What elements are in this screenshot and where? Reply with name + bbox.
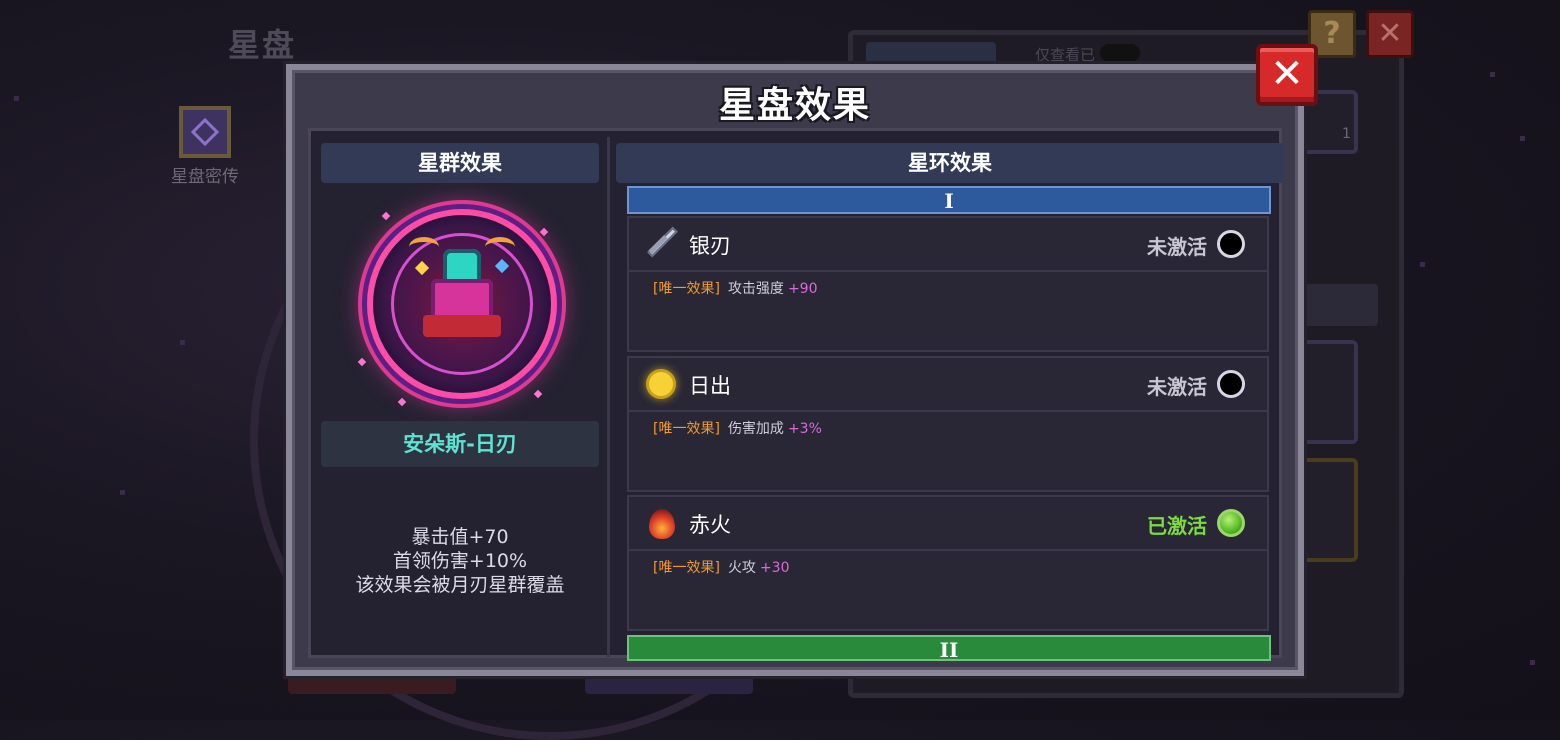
bg-panel-bar (1300, 284, 1378, 326)
sun-icon (643, 366, 679, 402)
bg-star (120, 490, 125, 495)
constellation-name: 安朵斯-日刃 (321, 421, 599, 467)
ring-effect: [唯一效果] 攻击强度 +90 (653, 278, 817, 298)
bg-star (180, 340, 185, 345)
status-orb-active (1217, 509, 1245, 537)
ring-card-top: 日出 未激活 (629, 358, 1267, 412)
bg-filter-toggle[interactable] (1100, 44, 1140, 62)
fire-icon (643, 505, 679, 541)
sun-glyph (649, 372, 673, 396)
sword-icon (643, 226, 679, 262)
constellation-effect-header: 星群效果 (321, 143, 599, 183)
desc-line: 首领伤害+10% (392, 550, 528, 572)
astrolabe-secret-icon (179, 106, 231, 158)
effect-tag: [唯一效果] (653, 281, 720, 297)
ring-status: 未激活 (1147, 235, 1207, 259)
ring-card-top: 银刃 未激活 (629, 218, 1267, 272)
bg-star (1490, 72, 1495, 77)
sparkle-icon (357, 357, 367, 367)
effect-stat: 伤害加成 (727, 421, 784, 437)
sparkle-icon (539, 227, 549, 237)
ring-name: 赤火 (689, 513, 731, 537)
andras-figure (423, 249, 501, 339)
status-orb-inactive (1217, 370, 1245, 398)
effect-stat: 火攻 (727, 560, 756, 576)
bg-page-title: 星盘 (228, 26, 297, 64)
bg-star (1420, 262, 1425, 267)
sparkle-icon (381, 211, 391, 221)
ring-card: 日出 未激活 [唯一效果] 伤害加成 +3% (627, 356, 1269, 492)
ring-status: 未激活 (1147, 375, 1207, 399)
sword-glyph (643, 226, 679, 262)
bg-filter-label: 仅查看已 (1035, 46, 1096, 64)
figure-base (423, 315, 501, 337)
ring-status: 已激活 (1147, 514, 1207, 538)
bg-close-button[interactable]: ✕ (1366, 10, 1414, 58)
fire-glyph (649, 509, 675, 539)
bg-star (1530, 660, 1535, 665)
desc-line: 暴击值+70 (411, 526, 509, 548)
status-orb-inactive (1217, 230, 1245, 258)
ring-effect: [唯一效果] 火攻 +30 (653, 557, 789, 577)
ring-name: 银刃 (689, 234, 731, 258)
constellation-description: 暴击值+70 首领伤害+10% 该效果会被月刃星群覆盖 (321, 525, 599, 597)
constellation-emblem (367, 209, 557, 399)
sparkle-icon (397, 397, 407, 407)
bg-item-slot[interactable] (1300, 458, 1358, 562)
modal-body: 星群效果 安朵斯-日刃 暴击值+70 首领伤害+10% 该效果会被月刃星群覆盖 … (308, 128, 1284, 662)
tier-header-1: I (627, 186, 1271, 214)
bg-star (1520, 136, 1525, 141)
bg-slot-count: 1 (1342, 126, 1351, 142)
column-divider (607, 137, 610, 657)
bg-item-slot[interactable] (1300, 340, 1358, 444)
effect-value: +90 (787, 281, 818, 297)
modal-close-button[interactable]: ✕ (1256, 44, 1318, 106)
effect-value: +3% (787, 421, 822, 437)
modal-title: 星盘效果 (718, 85, 871, 126)
ring-card: 赤火 已激活 [唯一效果] 火攻 +30 (627, 495, 1269, 631)
figure-head (443, 249, 481, 283)
ring-card-top: 赤火 已激活 (629, 497, 1267, 551)
effect-stat: 攻击强度 (727, 281, 784, 297)
star-ring-effect-header: 星环效果 (616, 143, 1284, 183)
ring-effect: [唯一效果] 伤害加成 +3% (653, 418, 822, 438)
desc-line: 该效果会被月刃星群覆盖 (355, 574, 565, 596)
bg-secret-label: 星盘密传 (171, 167, 239, 187)
sparkle-icon (533, 389, 543, 399)
tier-header-2: II (627, 635, 1271, 662)
effect-tag: [唯一效果] (653, 560, 720, 576)
ring-card: 银刃 未激活 [唯一效果] 攻击强度 +90 (627, 216, 1269, 352)
effect-value: +30 (759, 560, 790, 576)
ring-name: 日出 (689, 374, 731, 398)
bg-star (14, 96, 19, 101)
astrolabe-effect-modal: 星盘效果 星群效果 安朵斯-日刃 暴击值+70 首领伤害+10% 该效果会被月刃… (286, 64, 1304, 676)
bg-secret-button[interactable]: 星盘密传 (160, 106, 250, 187)
effect-tag: [唯一效果] (653, 421, 720, 437)
